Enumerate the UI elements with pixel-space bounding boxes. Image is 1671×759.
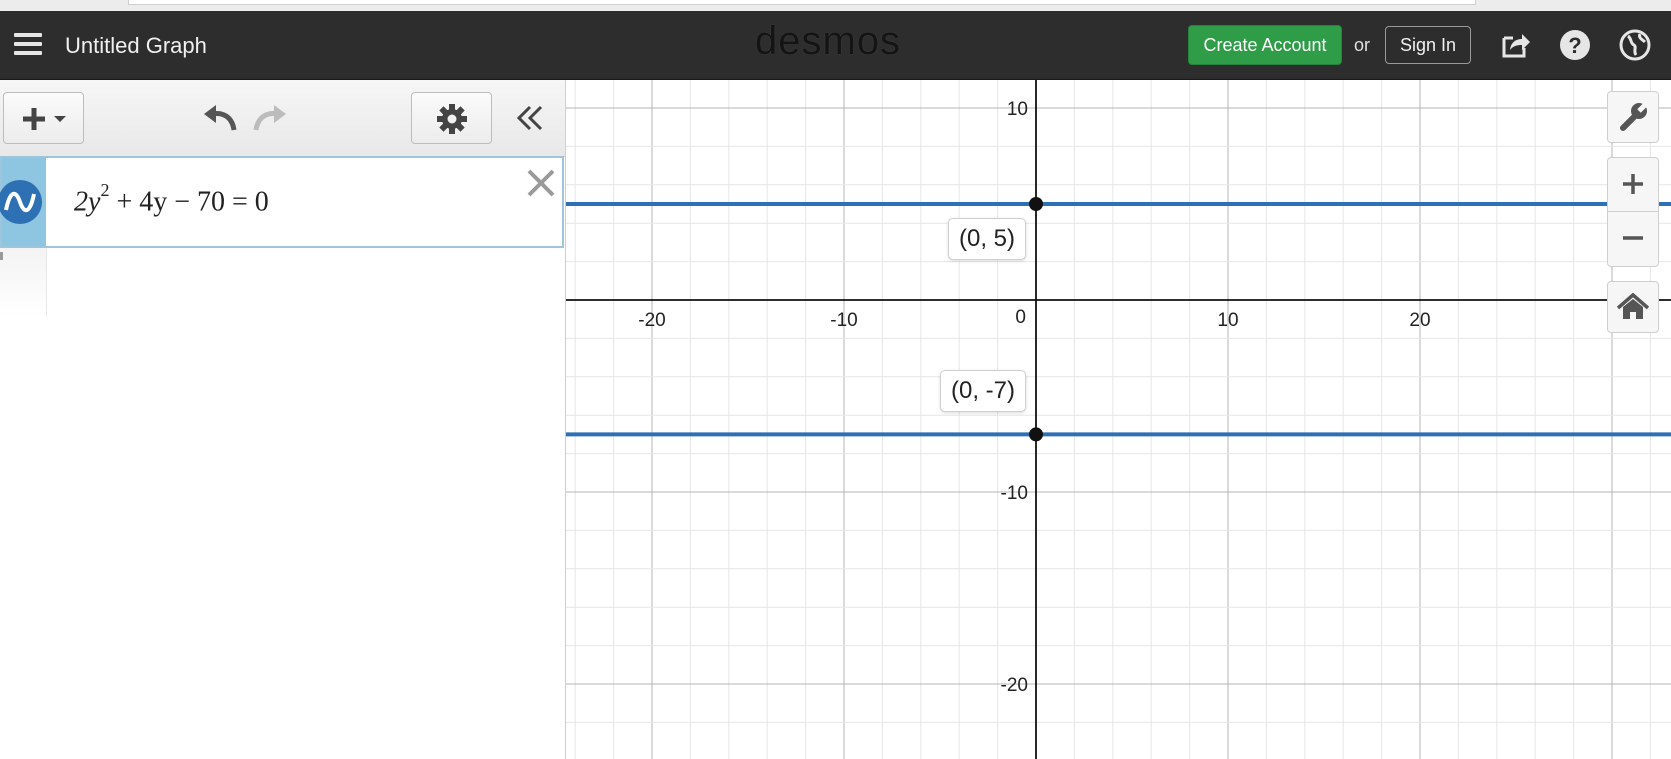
graph-title[interactable]: Untitled Graph: [65, 33, 207, 59]
expression-panel: 2y2 + 4y − 70 = 0: [0, 80, 566, 759]
collapse-icon[interactable]: [510, 100, 550, 136]
delete-expression-icon[interactable]: [524, 166, 558, 200]
undo-icon[interactable]: [200, 100, 240, 136]
settings-button[interactable]: [411, 92, 492, 144]
address-field[interactable]: [128, 0, 1476, 5]
home-icon: [1616, 292, 1650, 319]
browser-top-strip: [0, 0, 1671, 11]
expression-row[interactable]: 2y2 + 4y − 70 = 0: [0, 156, 564, 248]
graph-settings-button[interactable]: [1607, 91, 1659, 143]
expression-color-tab[interactable]: [0, 158, 46, 246]
expression-exponent: 2: [100, 180, 110, 200]
redo-icon[interactable]: [250, 100, 290, 136]
create-account-button[interactable]: Create Account: [1188, 25, 1342, 65]
help-icon[interactable]: ?: [1558, 28, 1592, 62]
point-label[interactable]: (0, 5): [947, 218, 1026, 260]
zoom-in-icon: [1623, 174, 1643, 194]
x-tick-label: 20: [1409, 310, 1430, 331]
default-view-button[interactable]: [1607, 281, 1659, 333]
x-tick-label: -20: [638, 310, 665, 331]
or-text: or: [1354, 35, 1371, 55]
expression-math[interactable]: 2y2 + 4y − 70 = 0: [74, 180, 269, 218]
expression-term: 2y: [74, 186, 101, 218]
new-expression-tab[interactable]: [0, 248, 47, 316]
desmos-logo: desmos: [755, 19, 902, 63]
app-header: Untitled Graph desmos Create Account or …: [0, 11, 1671, 80]
zoom-out-button[interactable]: [1607, 212, 1659, 267]
share-icon[interactable]: [1498, 28, 1532, 62]
gear-icon: [437, 104, 467, 134]
x-tick-label: 10: [1217, 310, 1238, 331]
y-tick-label: -20: [1001, 675, 1028, 696]
x-tick-label: -10: [830, 310, 857, 331]
graph-svg[interactable]: -20 -10 10 20 10 -10 -20 0: [566, 80, 1671, 759]
menu-icon[interactable]: [12, 29, 44, 59]
globe-icon[interactable]: [1618, 28, 1652, 62]
zoom-out-icon: [1623, 236, 1643, 240]
y-tick-label: -10: [1001, 483, 1028, 504]
y-tick-label: 10: [1007, 99, 1028, 120]
expression-toolbar: [0, 80, 565, 157]
svg-text:?: ?: [1568, 33, 1581, 58]
graph-type-icon: [0, 180, 42, 224]
point-marker: [1029, 197, 1043, 211]
point-marker: [1029, 427, 1043, 442]
zoom-in-button[interactable]: [1607, 157, 1659, 212]
graph-canvas[interactable]: -20 -10 10 20 10 -10 -20 0 (0, 5) (0, -7): [566, 80, 1671, 759]
point-label[interactable]: (0, -7): [939, 370, 1026, 413]
origin-label: 0: [1015, 307, 1026, 328]
expression-rest: + 4y − 70 = 0: [109, 186, 269, 218]
add-icon: [23, 108, 66, 130]
add-expression-button[interactable]: [3, 92, 84, 144]
wrench-icon: [1620, 100, 1650, 131]
sign-in-button[interactable]: Sign In: [1385, 26, 1471, 64]
